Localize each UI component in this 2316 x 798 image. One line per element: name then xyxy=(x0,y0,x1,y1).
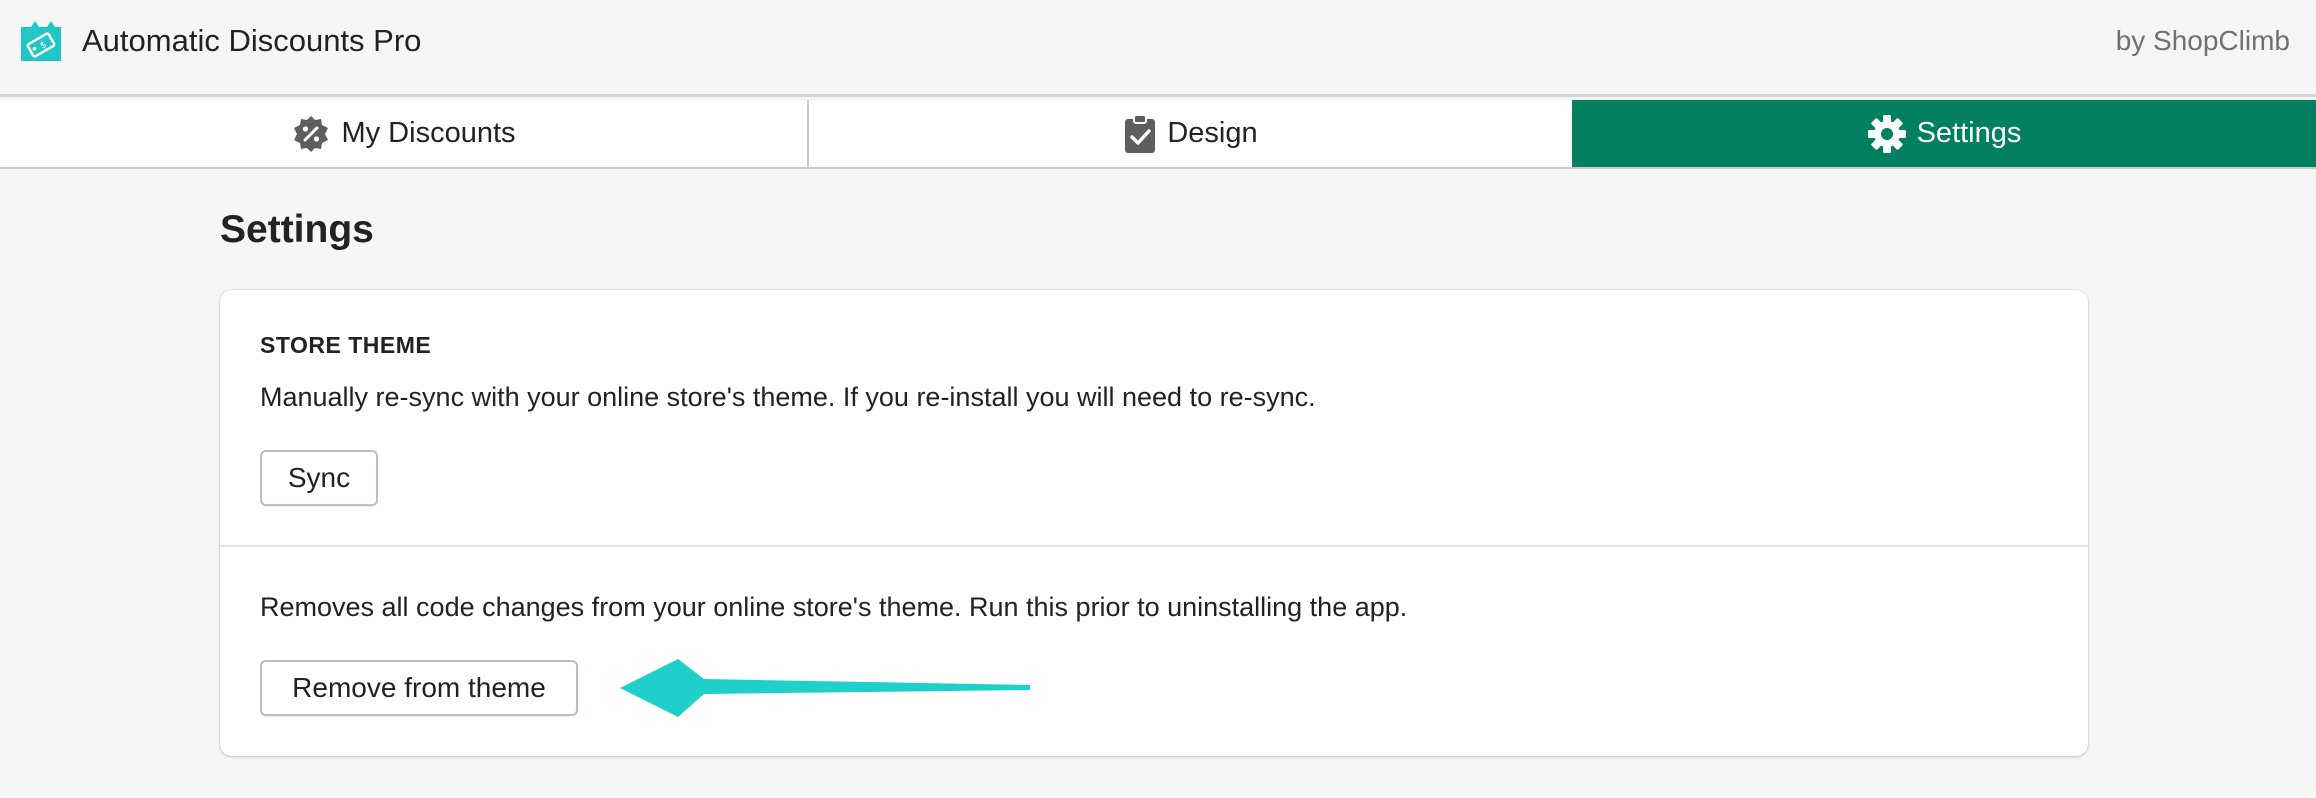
tab-design[interactable]: Design xyxy=(809,100,1572,167)
discount-badge-icon xyxy=(294,115,329,152)
remove-from-theme-button[interactable]: Remove from theme xyxy=(260,660,578,716)
sync-button[interactable]: Sync xyxy=(260,450,378,506)
annotation-arrow-icon xyxy=(620,659,1030,717)
sync-description: Manually re-sync with your online store'… xyxy=(260,382,1316,412)
tab-label: My Discounts xyxy=(341,117,516,149)
clipboard-check-icon xyxy=(1125,113,1156,153)
section-heading: STORE THEME xyxy=(260,332,432,358)
tab-bar: My Discounts Design Settings xyxy=(0,100,2316,169)
tab-label: Design xyxy=(1167,117,1258,149)
top-bar: $ Automatic Discounts Pro by ShopClimb xyxy=(0,0,2316,97)
tag-icon: $ xyxy=(21,21,61,61)
remove-description: Removes all code changes from your onlin… xyxy=(260,592,1408,622)
sync-section: STORE THEME Manually re-sync with your o… xyxy=(220,290,2088,547)
app-title: Automatic Discounts Pro xyxy=(82,23,422,58)
gear-icon xyxy=(1867,114,1906,153)
store-theme-card: STORE THEME Manually re-sync with your o… xyxy=(220,290,2088,756)
page-title: Settings xyxy=(220,208,374,251)
byline: by ShopClimb xyxy=(2115,25,2290,56)
tab-my-discounts[interactable]: My Discounts xyxy=(0,100,809,167)
tab-label: Settings xyxy=(1916,117,2022,149)
tab-settings[interactable]: Settings xyxy=(1572,100,2316,167)
